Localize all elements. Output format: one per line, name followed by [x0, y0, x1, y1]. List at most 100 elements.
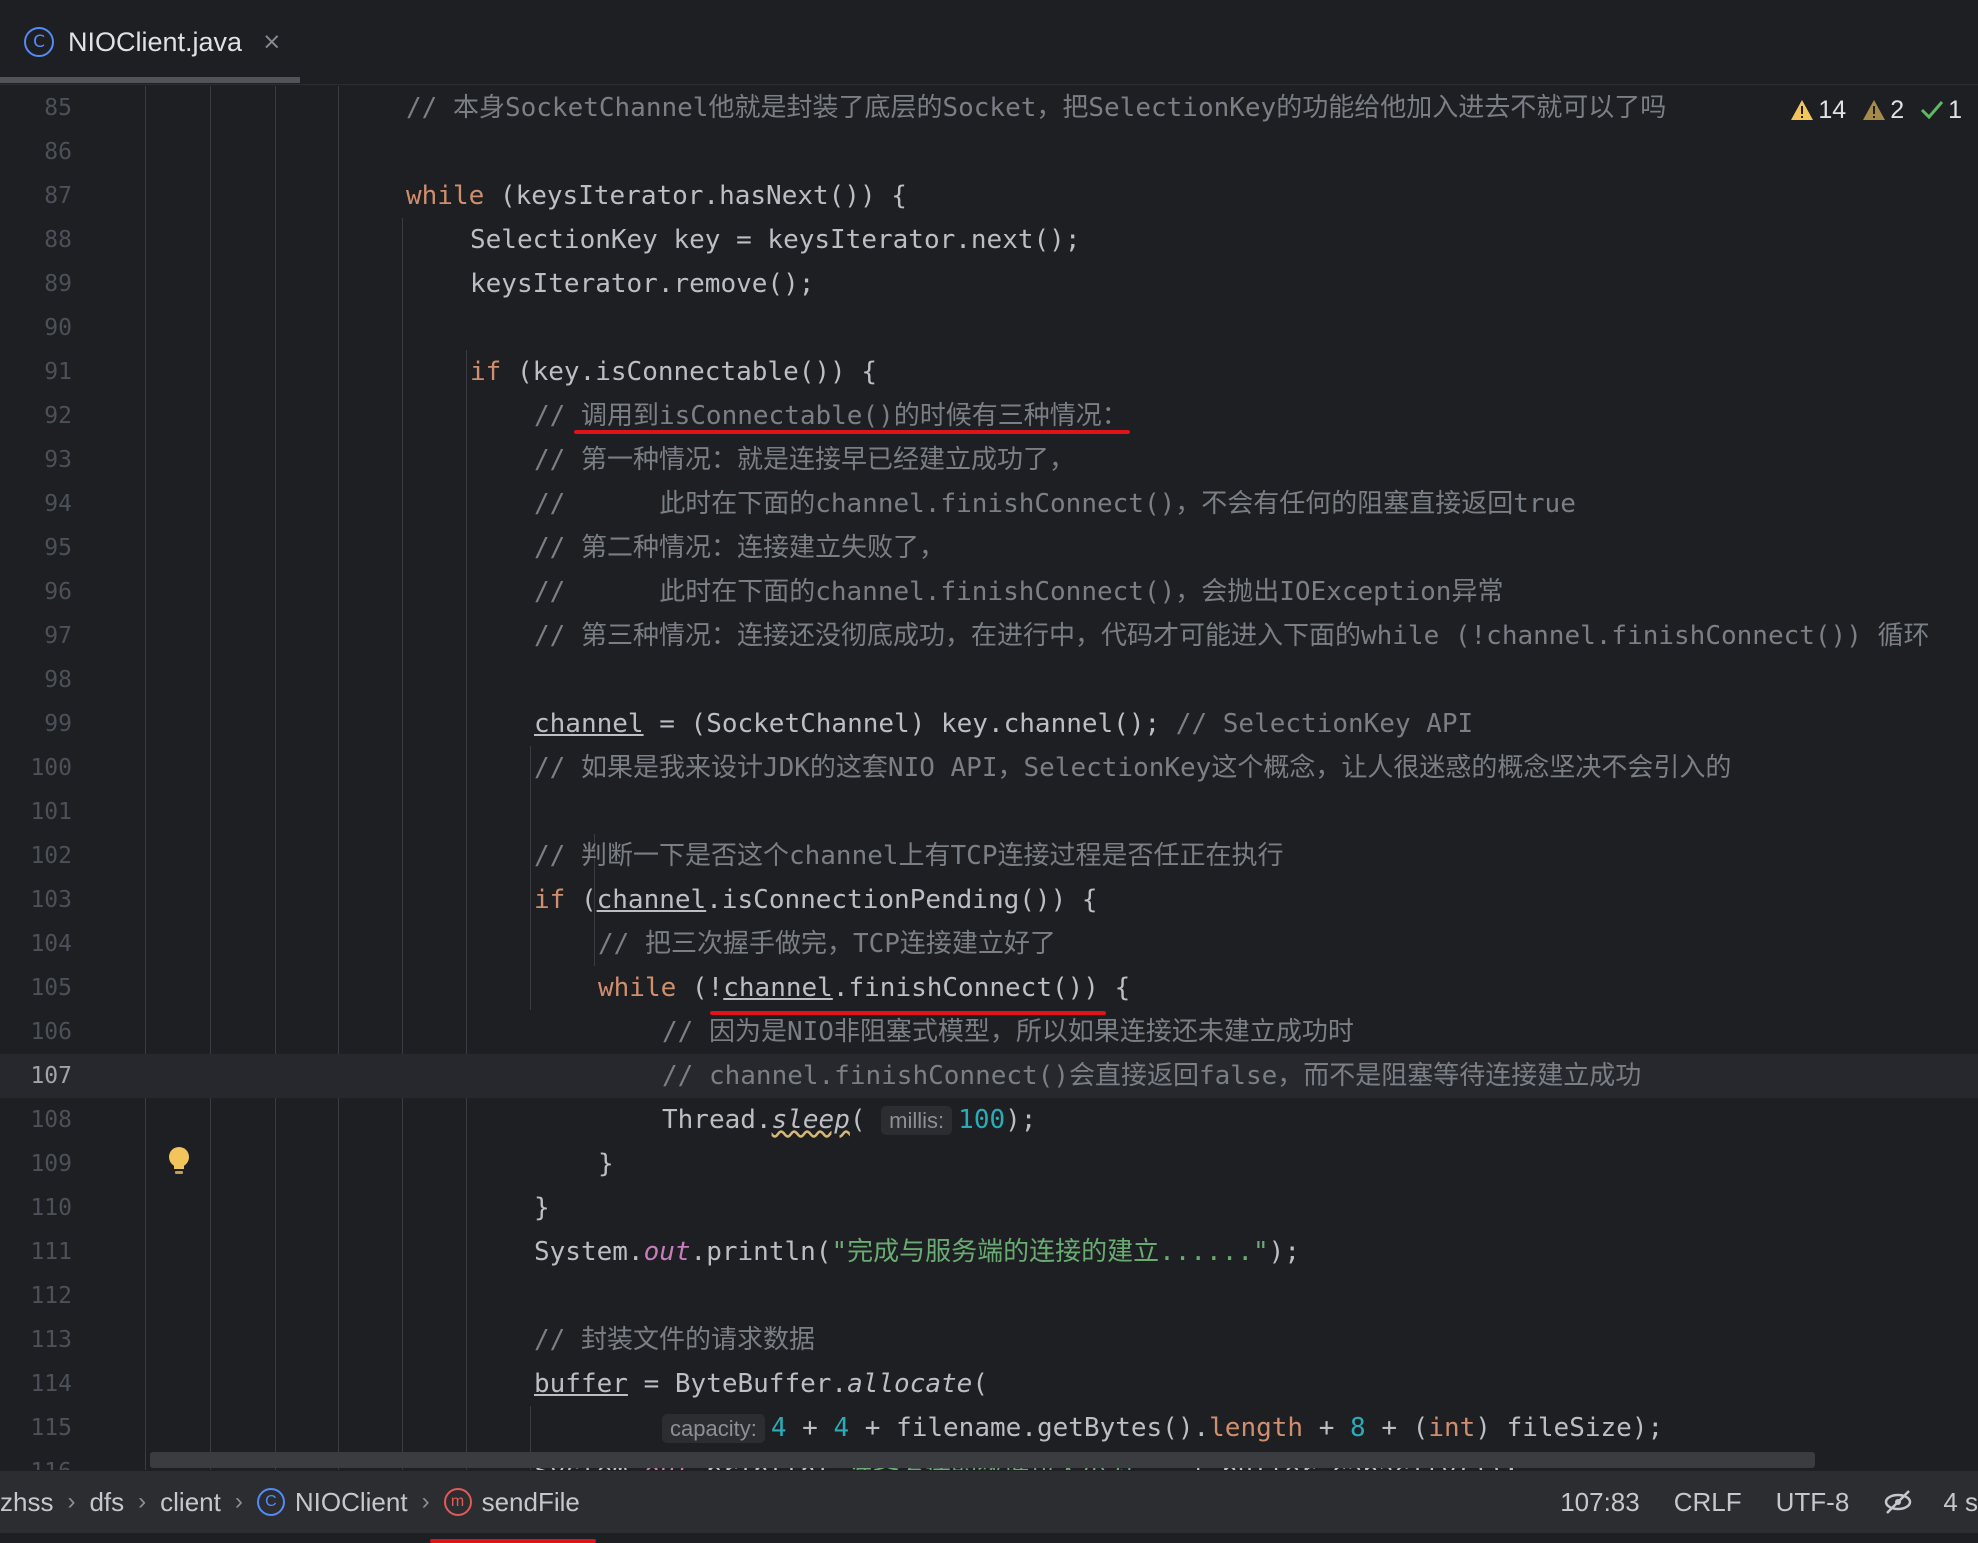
code-token: // 第三种情况：连接还没彻底成功，在进行中，代码才可能进入下面的while (…: [534, 621, 1930, 651]
breadcrumb-item-sendfile[interactable]: m sendFile: [429, 1487, 596, 1543]
lightbulb-icon[interactable]: [164, 1144, 194, 1178]
code-line[interactable]: 94 // 此时在下面的channel.finishConnect()，不会有任何…: [0, 482, 1978, 526]
code-token: );: [1268, 1237, 1300, 1267]
line-number: 107: [30, 1063, 72, 1089]
code-line[interactable]: 104 // 把三次握手做完，TCP连接建立好了: [0, 922, 1978, 966]
line-number: 110: [30, 1195, 72, 1221]
code-line[interactable]: 111 System.out.println("完成与服务端的连接的建立.....…: [0, 1230, 1978, 1274]
code-text: // 此时在下面的channel.finishConnect()，会抛出IOEx…: [534, 570, 1503, 614]
code-line[interactable]: 89 keysIterator.remove();: [0, 262, 1978, 306]
annotation-underline: [710, 1011, 1106, 1015]
code-token: (keysIterator.hasNext()) {: [484, 181, 907, 211]
code-token: (!: [676, 973, 724, 1003]
horizontal-scrollbar[interactable]: [150, 1452, 1815, 1468]
code-line[interactable]: 91 if (key.isConnectable()) {: [0, 350, 1978, 394]
code-line[interactable]: 88 SelectionKey key = keysIterator.next()…: [0, 218, 1978, 262]
code-line[interactable]: 97 // 第三种情况：连接还没彻底成功，在进行中，代码才可能进入下面的while…: [0, 614, 1978, 658]
code-token: .println(: [690, 1237, 832, 1267]
code-line[interactable]: 86: [0, 130, 1978, 174]
code-token: }: [534, 1193, 550, 1223]
typo-count[interactable]: 1: [1920, 96, 1962, 125]
code-line[interactable]: 96 // 此时在下面的channel.finishConnect()，会抛出IO…: [0, 570, 1978, 614]
code-token: channel: [596, 885, 707, 915]
status-bar: zhss › dfs › client › C NIOClient › m se…: [0, 1470, 1978, 1543]
code-line[interactable]: 102 // 判断一下是否这个channel上有TCP连接过程是否任正在执行: [0, 834, 1978, 878]
code-token: if: [534, 885, 566, 915]
line-number: 93: [44, 447, 72, 473]
code-token: out: [643, 1237, 691, 1267]
code-text: // 第二种情况：连接建立失败了，: [534, 526, 945, 570]
code-token: while: [598, 973, 677, 1003]
code-editor[interactable]: 85 // 本身SocketChannel他就是封装了底层的Socket，把Sel…: [0, 86, 1978, 1470]
code-token: buffer: [534, 1369, 628, 1399]
code-line[interactable]: 100 // 如果是我来设计JDK的这套NIO API，SelectionKey这…: [0, 746, 1978, 790]
chevron-right-icon: ›: [234, 1488, 243, 1515]
code-token: + (: [1365, 1413, 1429, 1443]
code-token: System.: [534, 1237, 644, 1267]
code-line[interactable]: 98: [0, 658, 1978, 702]
code-line[interactable]: 109}: [0, 1142, 1978, 1186]
read-only-toggle-icon[interactable]: [1883, 1487, 1913, 1517]
weak-warning-icon: [1863, 100, 1886, 120]
code-line[interactable]: 115 capacity: 4 + 4 + filename.getBytes().…: [0, 1406, 1978, 1450]
warning-count[interactable]: 14: [1790, 96, 1846, 125]
code-line[interactable]: 114 buffer = ByteBuffer.allocate(: [0, 1362, 1978, 1406]
breadcrumb-item-client[interactable]: client: [160, 1487, 221, 1518]
code-line[interactable]: 99 channel = (SocketChannel) key.channel(…: [0, 702, 1978, 746]
tab-nioclient[interactable]: C NIOClient.java ×: [0, 0, 300, 84]
code-line[interactable]: 90: [0, 306, 1978, 350]
code-token: 100: [958, 1105, 1006, 1135]
code-line[interactable]: 85 // 本身SocketChannel他就是封装了底层的Socket，把Sel…: [0, 86, 1978, 130]
code-token: // 此时在下面的channel.finishConnect()，不会有任何的阻…: [534, 489, 1576, 519]
code-line[interactable]: 106 // 因为是NIO非阻塞式模型，所以如果连接还未建立成功时: [0, 1010, 1978, 1054]
line-number: 98: [44, 667, 72, 693]
code-text: // 第三种情况：连接还没彻底成功，在进行中，代码才可能进入下面的while (…: [534, 614, 1930, 658]
annotation-underline: [429, 1538, 596, 1543]
code-token: // 判断一下是否这个channel上有TCP连接过程是否任正在执行: [534, 841, 1284, 871]
file-encoding[interactable]: UTF-8: [1776, 1487, 1850, 1518]
tab-label: NIOClient.java: [68, 26, 243, 57]
code-line[interactable]: 113 // 封装文件的请求数据: [0, 1318, 1978, 1362]
code-line[interactable]: 101: [0, 790, 1978, 834]
code-line[interactable]: 95 // 第二种情况：连接建立失败了，: [0, 526, 1978, 570]
code-token: // 封装文件的请求数据: [534, 1325, 815, 1355]
breadcrumb-item-zhss[interactable]: zhss: [0, 1487, 53, 1518]
close-icon[interactable]: ×: [262, 29, 281, 55]
line-number: 96: [44, 579, 72, 605]
line-number: 89: [44, 271, 72, 297]
method-icon: m: [443, 1488, 472, 1516]
line-number: 99: [44, 711, 72, 737]
breadcrumb-item-nioclient[interactable]: C NIOClient: [256, 1487, 408, 1518]
code-token: // channel.finishConnect()会直接返回false，而不是…: [662, 1061, 1642, 1091]
weak-warning-count[interactable]: 2: [1862, 96, 1904, 125]
code-line[interactable]: 105 while (!channel.finishConnect()) {: [0, 966, 1978, 1010]
code-token: = ByteBuffer.: [627, 1369, 848, 1399]
code-line[interactable]: 108 Thread.sleep( millis: 100);: [0, 1098, 1978, 1142]
code-token: // 第一种情况：就是连接早已经建立成功了，: [534, 445, 1075, 475]
breadcrumb-item-dfs[interactable]: dfs: [89, 1487, 124, 1518]
code-line[interactable]: 87 while (keysIterator.hasNext()) {: [0, 174, 1978, 218]
indent-setting[interactable]: 4 s: [1943, 1487, 1978, 1518]
code-token: ) fileSize);: [1475, 1413, 1664, 1443]
code-line[interactable]: 93 // 第一种情况：就是连接早已经建立成功了，: [0, 438, 1978, 482]
code-text: // 此时在下面的channel.finishConnect()，不会有任何的阻…: [534, 482, 1576, 526]
code-line[interactable]: 107 // channel.finishConnect()会直接返回false，…: [0, 1054, 1978, 1098]
code-token: // 把三次握手做完，TCP连接建立好了: [598, 929, 1056, 959]
inspection-widget[interactable]: 14 2 1: [1790, 88, 1978, 132]
line-ending[interactable]: CRLF: [1674, 1487, 1742, 1518]
code-token: .isConnectionPending()) {: [706, 885, 1098, 915]
caret-position[interactable]: 107:83: [1560, 1487, 1640, 1518]
code-line[interactable]: 110}: [0, 1186, 1978, 1230]
class-icon: C: [24, 27, 54, 57]
code-token: if: [470, 357, 502, 387]
code-text: SelectionKey key = keysIterator.next();: [470, 218, 1080, 262]
code-text: // 因为是NIO非阻塞式模型，所以如果连接还未建立成功时: [662, 1010, 1354, 1054]
code-line[interactable]: 103 if (channel.isConnectionPending()) {: [0, 878, 1978, 922]
code-token: 8: [1350, 1413, 1366, 1443]
check-icon: [1921, 101, 1944, 120]
code-token: // 因为是NIO非阻塞式模型，所以如果连接还未建立成功时: [662, 1017, 1354, 1047]
code-line[interactable]: 112: [0, 1274, 1978, 1318]
line-number: 108: [30, 1107, 72, 1133]
line-number: 97: [44, 623, 72, 649]
code-token: +: [786, 1413, 834, 1443]
